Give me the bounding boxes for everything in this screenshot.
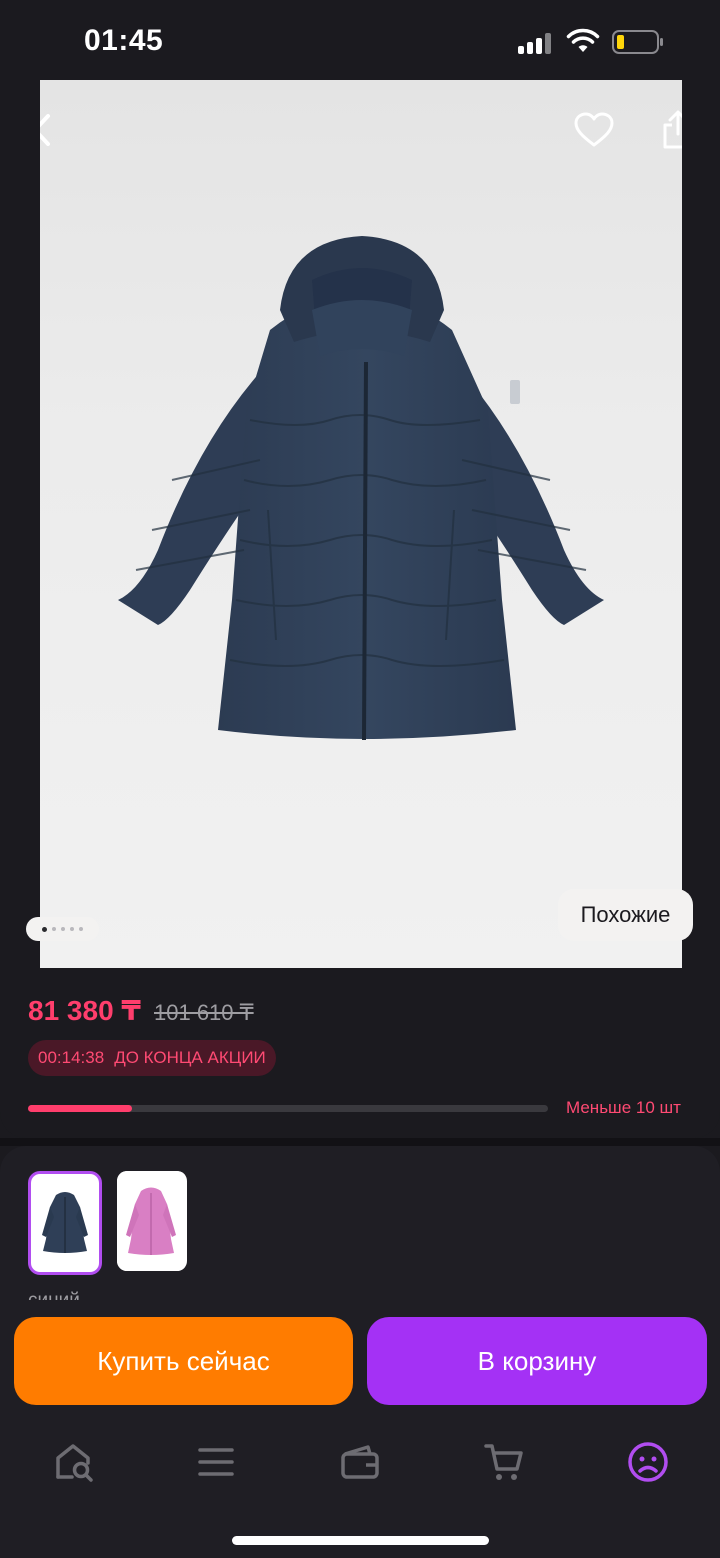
gallery-dot xyxy=(42,926,47,932)
wifi-icon xyxy=(566,28,600,52)
chevron-left-icon xyxy=(40,114,50,146)
product-screen: 01:45 Похожие 81 380 ₸ 101 610 ₸ 00:14:3… xyxy=(0,0,720,1558)
buy-now-button[interactable]: Купить сейчас xyxy=(14,1317,353,1405)
tab-profile[interactable] xyxy=(624,1438,672,1486)
battery-icon xyxy=(612,30,663,54)
variant-swatch-blue[interactable] xyxy=(28,1171,102,1275)
wallet-icon xyxy=(341,1445,379,1479)
price-card: 81 380 ₸ 101 610 ₸ 00:14:38 ДО КОНЦА АКЦ… xyxy=(0,968,720,1138)
gallery-pagination[interactable] xyxy=(26,917,99,941)
share-button[interactable] xyxy=(654,106,682,154)
tab-home-search[interactable] xyxy=(50,1438,98,1486)
action-bar: Купить сейчас В корзину xyxy=(0,1300,720,1420)
menu-icon xyxy=(198,1448,234,1476)
share-icon xyxy=(663,110,682,149)
home-search-icon xyxy=(56,1444,93,1482)
tab-wallet[interactable] xyxy=(336,1438,384,1486)
stock-label: Меньше 10 шт xyxy=(566,1098,681,1117)
stock-progress-fill xyxy=(28,1105,132,1112)
old-price: 101 610 ₸ xyxy=(154,1000,254,1025)
gallery-dot xyxy=(61,927,65,931)
promo-text: ДО КОНЦА АКЦИИ xyxy=(114,1048,266,1067)
cart-icon xyxy=(484,1444,523,1480)
stock-progress xyxy=(28,1105,548,1112)
gallery-dot xyxy=(52,927,56,931)
gallery-dot xyxy=(79,927,83,931)
add-to-cart-button[interactable]: В корзину xyxy=(367,1317,707,1405)
tab-catalog[interactable] xyxy=(192,1438,240,1486)
heart-icon xyxy=(574,112,614,147)
signal-icon xyxy=(518,32,554,54)
pink-jacket-thumbnail xyxy=(117,1171,185,1271)
product-image[interactable] xyxy=(40,80,682,968)
gallery-dot xyxy=(70,927,74,931)
status-time: 01:45 xyxy=(84,24,164,57)
favorite-button[interactable] xyxy=(570,106,618,154)
section-divider xyxy=(0,1138,720,1146)
similar-button[interactable]: Похожие xyxy=(558,889,693,941)
status-bar: 01:45 xyxy=(0,0,720,80)
jacket-illustration xyxy=(40,80,682,968)
profile-icon xyxy=(628,1442,668,1482)
promo-badge: 00:14:38 ДО КОНЦА АКЦИИ xyxy=(28,1040,276,1076)
variant-swatch-pink[interactable] xyxy=(117,1171,187,1271)
current-price: 81 380 ₸ xyxy=(28,995,141,1026)
home-indicator xyxy=(232,1536,489,1545)
blue-jacket-thumbnail xyxy=(34,1177,96,1269)
back-button[interactable] xyxy=(40,106,66,154)
tab-bar xyxy=(0,1420,720,1558)
promo-timer: 00:14:38 xyxy=(38,1048,105,1067)
color-variants: синий xyxy=(0,1146,720,1316)
tab-cart[interactable] xyxy=(480,1438,528,1486)
